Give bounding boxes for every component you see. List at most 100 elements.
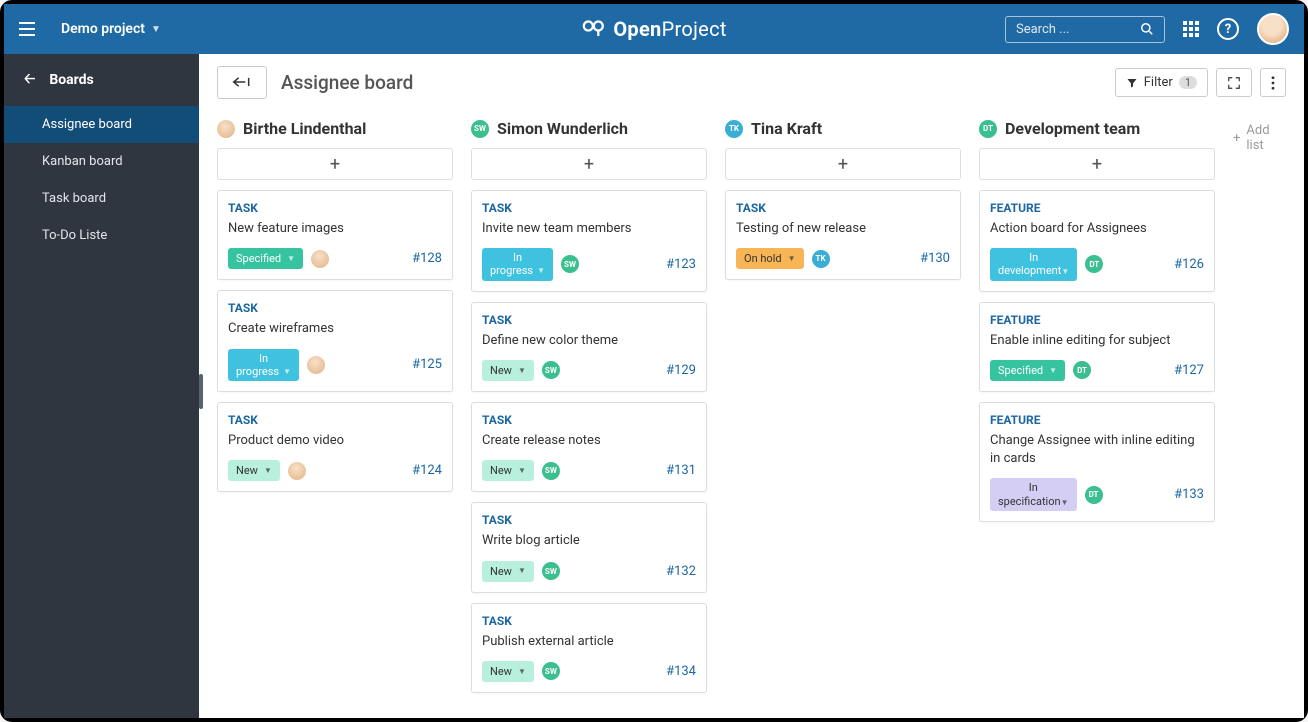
add-card-button[interactable]: + — [217, 148, 453, 180]
card[interactable]: TASKCreate wireframesInprogress▼#125 — [217, 290, 453, 392]
add-card-button[interactable]: + — [979, 148, 1215, 180]
assignee-avatar: SW — [542, 562, 560, 580]
app-logo[interactable]: OpenProject — [581, 17, 726, 41]
card-type: TASK — [228, 413, 442, 427]
card-footer: New▼ SW #134 — [482, 661, 696, 682]
chevron-down-icon: ▼ — [788, 254, 796, 264]
more-vertical-icon — [1271, 76, 1275, 90]
column-title: Development team — [1005, 119, 1140, 138]
chevron-down-icon: ▼ — [1061, 267, 1069, 276]
sidebar-title: Boards — [49, 72, 93, 88]
column-header: TKTina Kraft — [725, 119, 961, 138]
card[interactable]: FEATUREAction board for AssigneesIndevel… — [979, 190, 1215, 292]
back-arrow-icon[interactable]: 🡠 — [24, 68, 35, 92]
status-pill[interactable]: On hold▼ — [736, 248, 804, 269]
hamburger-menu-icon[interactable] — [19, 18, 43, 40]
add-card-button[interactable]: + — [725, 148, 961, 180]
card-id: #128 — [412, 251, 442, 266]
search-field[interactable] — [1016, 22, 1126, 37]
fullscreen-button[interactable] — [1216, 68, 1252, 97]
sidebar-resize-handle[interactable] — [199, 374, 203, 409]
card[interactable]: TASKPublish external articleNew▼SW#134 — [471, 603, 707, 693]
card-footer: New▼SW#132 — [482, 561, 696, 582]
card[interactable]: TASKWrite blog articleNew▼SW#132 — [471, 502, 707, 592]
card[interactable]: FEATUREEnable inline editing for subject… — [979, 302, 1215, 392]
assignee-avatar — [311, 250, 329, 268]
assignee-avatar: SW — [542, 662, 560, 680]
card-footer: Specified▼DT#127 — [990, 360, 1204, 381]
card-footer: New▼#124 — [228, 460, 442, 481]
card-id: #134 — [666, 664, 696, 679]
card[interactable]: FEATUREChange Assignee with inline editi… — [979, 402, 1215, 522]
card-id: #131 — [666, 463, 696, 478]
status-pill[interactable]: Inspecification▼ — [990, 478, 1077, 510]
card-title: Create release notes — [482, 432, 696, 450]
card-title: New feature images — [228, 220, 442, 238]
card[interactable]: TASKTesting of new releaseOn hold▼TK#130 — [725, 190, 961, 280]
sidebar-item[interactable]: Kanban board — [4, 143, 199, 180]
status-pill[interactable]: New▼ — [482, 561, 534, 582]
card-id: #126 — [1174, 257, 1204, 272]
board: Birthe Lindenthal + TASK New feature images… — [199, 111, 1304, 718]
card-title: Product demo video — [228, 432, 442, 450]
status-pill[interactable]: Inprogress▼ — [482, 248, 553, 280]
status-pill[interactable]: Specified▼ — [228, 248, 303, 269]
content: Assignee board Filter 1 Birthe Lindentha… — [199, 54, 1304, 718]
add-card-button[interactable]: + — [471, 148, 707, 180]
card[interactable]: TASK Product demo video New▼#124 — [217, 402, 453, 492]
status-pill[interactable]: Indevelopment▼ — [990, 248, 1077, 280]
top-header: Demo project ▼ OpenProject ? — [4, 4, 1304, 54]
card-footer: Indevelopment▼ DT #126 — [990, 248, 1204, 280]
project-selector[interactable]: Demo project — [61, 21, 145, 37]
user-avatar[interactable] — [1257, 13, 1289, 45]
search-icon — [1140, 22, 1154, 36]
card-footer: New▼ SW #131 — [482, 460, 696, 481]
sidebar-item[interactable]: Assignee board — [4, 106, 199, 143]
card-type: TASK — [228, 201, 442, 215]
status-pill[interactable]: New▼ — [482, 460, 534, 481]
card-footer: On hold▼TK#130 — [736, 248, 950, 269]
card-title: Write blog article — [482, 532, 696, 550]
status-pill[interactable]: Specified▼ — [990, 360, 1065, 381]
assignee-avatar: SW — [542, 462, 560, 480]
assignee-avatar: DT — [1085, 255, 1103, 273]
column-avatar: TK — [725, 120, 743, 138]
card-title: Create wireframes — [228, 320, 442, 338]
column-title: Birthe Lindenthal — [243, 119, 366, 138]
card-footer: Specified▼ #128 — [228, 248, 442, 269]
search-input[interactable] — [1005, 16, 1165, 43]
logo-text: OpenProject — [613, 17, 726, 41]
card[interactable]: TASKDefine new color themeNew▼SW#129 — [471, 302, 707, 392]
status-pill[interactable]: New▼ — [228, 460, 280, 481]
more-menu-button[interactable] — [1260, 68, 1286, 97]
card[interactable]: TASKCreate release notesNew▼SW#131 — [471, 402, 707, 492]
card-title: Invite new team members — [482, 220, 696, 238]
status-pill[interactable]: Inprogress▼ — [228, 349, 299, 381]
sidebar-item[interactable]: Task board — [4, 180, 199, 217]
filter-button[interactable]: Filter 1 — [1115, 68, 1208, 97]
chevron-down-icon: ▼ — [287, 254, 295, 264]
status-pill[interactable]: New▼ — [482, 360, 534, 381]
back-arrow-icon — [232, 76, 252, 88]
card-title: Define new color theme — [482, 332, 696, 350]
status-pill[interactable]: New▼ — [482, 661, 534, 682]
card-type: TASK — [482, 313, 696, 327]
chevron-down-icon: ▼ — [283, 367, 291, 377]
filter-label: Filter — [1144, 75, 1173, 90]
sidebar-item[interactable]: To-Do Liste — [4, 217, 199, 254]
card-id: #123 — [666, 257, 696, 272]
card-footer: Inprogress▼#125 — [228, 349, 442, 381]
column-title: Simon Wunderlich — [497, 119, 628, 138]
apps-grid-icon[interactable] — [1183, 21, 1199, 37]
help-icon[interactable]: ? — [1217, 18, 1239, 40]
card-type: FEATURE — [990, 413, 1204, 427]
card[interactable]: TASKInvite new team membersInprogress▼SW… — [471, 190, 707, 292]
back-button[interactable] — [217, 66, 267, 99]
board-column: Birthe Lindenthal + TASK New feature images… — [217, 119, 453, 502]
card[interactable]: TASK New feature images Specified▼ #128 — [217, 190, 453, 280]
card-title: Testing of new release — [736, 220, 950, 238]
assignee-avatar: DT — [1085, 486, 1103, 504]
assignee-avatar: SW — [561, 255, 579, 273]
add-list-button[interactable]: +Add list — [1233, 119, 1286, 153]
board-column: DT Development team + FEATUREAction board f… — [979, 119, 1215, 532]
